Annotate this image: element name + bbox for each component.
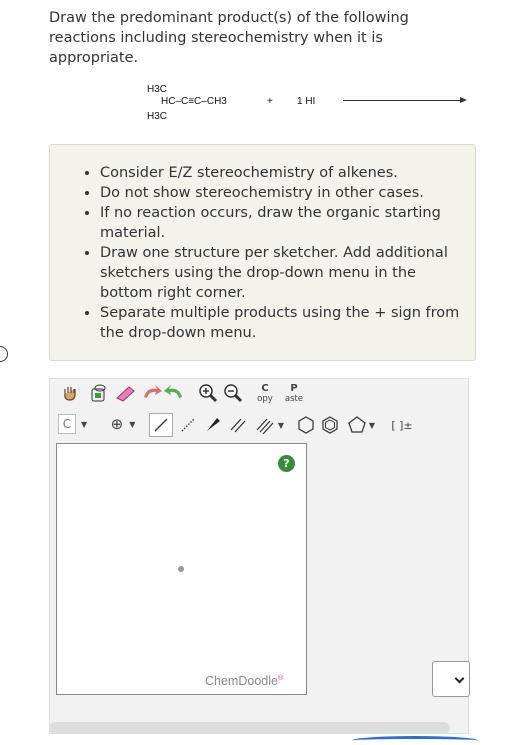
chevron-down-icon: ▼	[81, 419, 88, 429]
instruction-item: Do not show stereochemistry in other cas…	[100, 183, 465, 203]
instructions-box: Consider E/Z stereochemistry of alkenes.…	[49, 144, 476, 361]
hand-icon[interactable]	[59, 382, 81, 404]
question-text: Draw the predominant product(s) of the f…	[49, 10, 409, 66]
hashed-bond-tool[interactable]	[176, 413, 200, 437]
undo-redo-icon[interactable]	[141, 382, 185, 404]
copy-button[interactable]: C opy	[254, 382, 276, 406]
brand-mark: ®	[277, 674, 284, 682]
brand-name: ChemDoodle	[205, 674, 278, 688]
copy-label: opy	[257, 394, 273, 404]
single-bond-tool[interactable]	[149, 413, 173, 437]
horizontal-scrollbar[interactable]	[49, 722, 450, 734]
zoom-in-icon[interactable]	[197, 382, 219, 404]
focus-ring	[352, 736, 478, 745]
instruction-item: Draw one structure per sketcher. Add add…	[100, 243, 465, 303]
chevron-down-icon: ▼	[129, 419, 136, 429]
copy-letter: C	[261, 383, 269, 394]
chemdoodle-brand: ChemDoodle®	[205, 674, 283, 688]
charge-icon: ⊕	[110, 415, 124, 433]
paste-letter: P	[290, 383, 298, 394]
instruction-item: Consider E/Z stereochemistry of alkenes.	[100, 163, 465, 183]
instruction-item: Separate multiple products using the + s…	[100, 303, 465, 343]
canvas-dot	[178, 566, 184, 572]
triple-bond-select[interactable]: ▼	[252, 413, 288, 437]
reaction-plus: +	[267, 96, 273, 107]
paste-label: aste	[284, 394, 304, 404]
reaction-arrow	[343, 97, 467, 103]
page-edge-circle	[0, 346, 8, 362]
chevron-down-icon: ▼	[277, 420, 285, 430]
wedge-bond-tool[interactable]	[201, 413, 225, 437]
zoom-out-icon[interactable]	[222, 382, 244, 404]
ring-select[interactable]: ▼	[343, 413, 379, 437]
help-icon[interactable]: ?	[278, 455, 295, 472]
atom-select[interactable]: C ▼	[58, 413, 88, 435]
reactant-methyl-bottom: H3C	[147, 111, 168, 122]
reactant-chain: HC–C≡C–CH3	[161, 96, 227, 107]
reactant-methyl-top: H3C	[147, 84, 168, 95]
instruction-item: If no reaction occurs, draw the organic …	[100, 203, 465, 243]
lasso-icon[interactable]	[87, 382, 109, 404]
add-sketcher-dropdown[interactable]	[432, 661, 470, 697]
reaction-scheme: H3C HC–C≡C–CH3 H3C + 1 HI	[0, 80, 513, 130]
paste-button[interactable]: P aste	[281, 382, 307, 406]
eraser-icon[interactable]	[113, 382, 137, 404]
reagent-label: 1 HI	[297, 96, 316, 107]
double-bond-tool[interactable]	[226, 413, 250, 437]
chevron-down-icon: ▼	[368, 420, 376, 430]
benzene-icon[interactable]	[318, 413, 342, 437]
cyclohexane-icon[interactable]	[294, 413, 318, 437]
charge-select[interactable]: ⊕ ▼	[106, 413, 140, 435]
bracket-tool[interactable]: [ ]±	[388, 413, 416, 437]
atom-label: C	[58, 414, 76, 434]
